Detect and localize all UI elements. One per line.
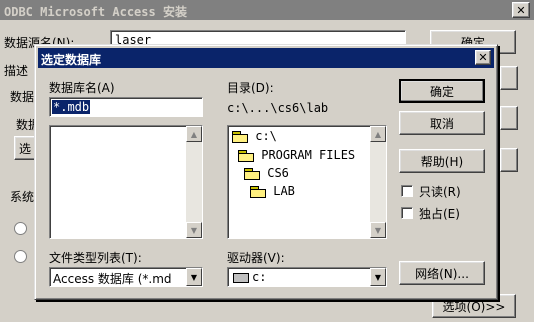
cancel-button[interactable]: 取消	[399, 111, 485, 135]
drive-value: c:	[252, 270, 267, 284]
dir-path: c:\...\cs6\lab	[227, 101, 329, 115]
folder-item[interactable]: c:\	[232, 129, 277, 143]
bg-titlebar: ODBC Microsoft Access 安装 ✕	[0, 0, 534, 20]
bg-button-4[interactable]	[500, 148, 518, 172]
db-name-input[interactable]: *.mdb	[49, 97, 203, 117]
chevron-down-icon[interactable]: ▼	[186, 268, 202, 286]
select-db-dialog: 选定数据库 ✕ 数据库名(A) *.mdb ▲ ▼ 目录(D): c:\...\…	[34, 44, 498, 300]
readonly-checkbox[interactable]	[401, 185, 413, 197]
dir-label: 目录(D):	[227, 81, 274, 95]
scroll-up-button[interactable]: ▲	[370, 126, 386, 142]
folder-open-icon	[238, 150, 254, 162]
scroll-down-button[interactable]: ▼	[186, 222, 202, 238]
dialog-title: 选定数据库	[41, 53, 102, 67]
folder-open-icon	[244, 168, 260, 180]
db-name-label: 数据库名(A)	[49, 81, 115, 95]
file-type-label: 文件类型列表(T):	[49, 251, 142, 265]
scroll-down-button[interactable]: ▼	[370, 222, 386, 238]
db-name-value: *.mdb	[52, 100, 91, 114]
chevron-down-icon[interactable]: ▼	[370, 268, 386, 286]
bg-group-label: 数据	[10, 90, 35, 104]
help-button[interactable]: 帮助(H)	[399, 149, 485, 173]
bg-title: ODBC Microsoft Access 安装	[4, 5, 187, 19]
dir-tree-scrollbar[interactable]: ▲ ▼	[370, 126, 386, 238]
file-type-value: Access 数据库 (*.md	[53, 272, 172, 286]
folder-open-icon	[232, 131, 248, 143]
exclusive-label: 独占(E)	[419, 207, 460, 221]
bg-system-label: 系统	[10, 190, 35, 204]
readonly-label: 只读(R)	[419, 185, 461, 199]
folder-open-icon	[250, 186, 266, 198]
bg-radio-1[interactable]	[14, 222, 27, 235]
folder-item[interactable]: PROGRAM FILES	[238, 148, 355, 162]
network-button[interactable]: 网络(N)...	[399, 261, 485, 285]
bg-button-3[interactable]	[500, 106, 518, 130]
scroll-up-button[interactable]: ▲	[186, 126, 202, 142]
dialog-titlebar: 选定数据库 ✕	[38, 48, 494, 68]
dir-tree[interactable]: c:\ PROGRAM FILES CS6 LAB ▲ ▼	[227, 125, 387, 239]
bg-radio-2[interactable]	[14, 250, 27, 263]
ok-button[interactable]: 确定	[399, 79, 485, 103]
bg-desc-label: 描述	[4, 64, 29, 78]
drive-select[interactable]: c: ▼	[227, 267, 387, 287]
exclusive-checkbox[interactable]	[401, 207, 413, 219]
drive-icon	[233, 273, 249, 283]
bg-button-2[interactable]	[500, 66, 518, 90]
close-icon: ✕	[478, 51, 488, 64]
file-type-select[interactable]: Access 数据库 (*.md ▼	[49, 267, 203, 287]
close-icon: ✕	[516, 3, 526, 17]
dialog-close-button[interactable]: ✕	[475, 50, 491, 65]
folder-item[interactable]: CS6	[244, 166, 289, 180]
file-list-scrollbar[interactable]: ▲ ▼	[186, 126, 202, 238]
drive-label: 驱动器(V):	[227, 251, 285, 265]
bg-select-button[interactable]: 选	[14, 136, 36, 160]
file-list[interactable]: ▲ ▼	[49, 125, 203, 239]
folder-item[interactable]: LAB	[250, 184, 295, 198]
bg-close-button[interactable]: ✕	[512, 2, 530, 18]
